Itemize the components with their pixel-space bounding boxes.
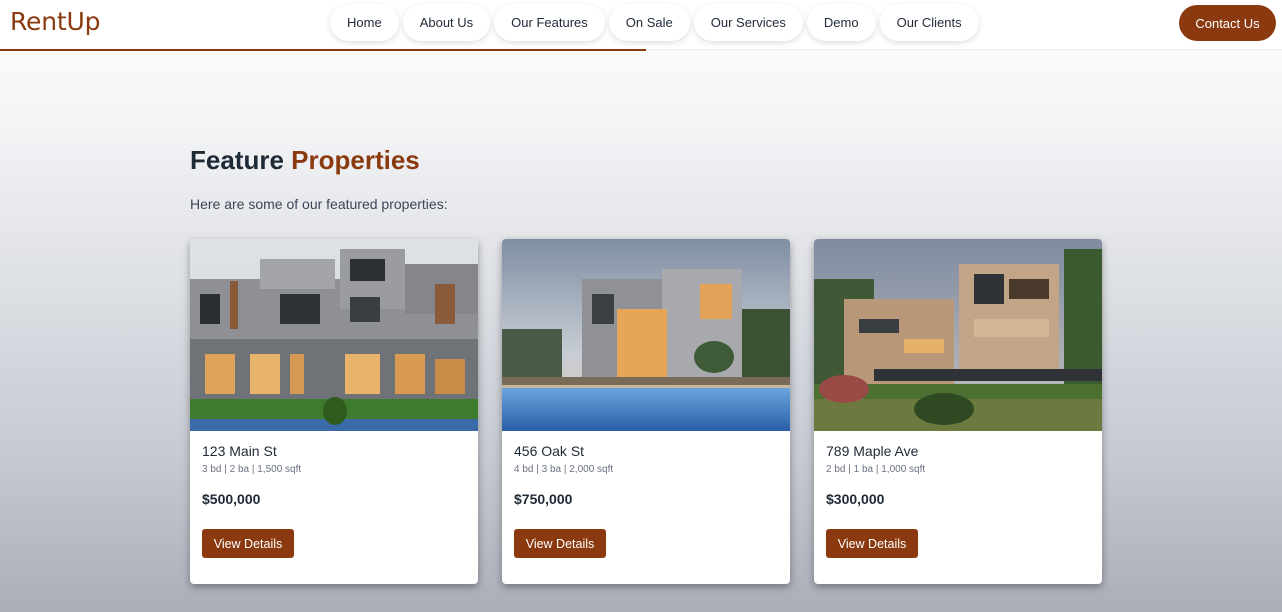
- property-price: $300,000: [826, 491, 885, 507]
- section-title: Feature Properties: [190, 145, 420, 176]
- property-card: 123 Main St 3 bd | 2 ba | 1,500 sqft $50…: [190, 239, 478, 584]
- property-specs: 3 bd | 2 ba | 1,500 sqft: [202, 464, 302, 475]
- property-photo[interactable]: [502, 239, 790, 431]
- nav-item-our-services[interactable]: Our Services: [693, 4, 803, 41]
- property-card: 789 Maple Ave 2 bd | 1 ba | 1,000 sqft $…: [814, 239, 1102, 584]
- property-price: $500,000: [202, 491, 261, 507]
- modern-villa-photo: [190, 239, 478, 431]
- site-logo[interactable]: RentUp: [10, 7, 100, 36]
- property-specs: 4 bd | 3 ba | 2,000 sqft: [514, 464, 614, 475]
- property-address: 789 Maple Ave: [826, 443, 919, 459]
- property-price: $750,000: [514, 491, 573, 507]
- nav-item-about-us[interactable]: About Us: [402, 4, 491, 41]
- section-title-main: Feature: [190, 145, 284, 175]
- nav-item-on-sale[interactable]: On Sale: [608, 4, 690, 41]
- townhouse-photo: [814, 239, 1102, 431]
- view-details-button[interactable]: View Details: [826, 529, 918, 558]
- property-photo[interactable]: [814, 239, 1102, 431]
- property-card: 456 Oak St 4 bd | 3 ba | 2,000 sqft $750…: [502, 239, 790, 584]
- main-nav: Home About Us Our Features On Sale Our S…: [330, 4, 979, 41]
- nav-item-our-features[interactable]: Our Features: [494, 4, 605, 41]
- property-photo[interactable]: [190, 239, 478, 431]
- header-scroll-indicator: [0, 49, 646, 51]
- property-address: 456 Oak St: [514, 443, 585, 459]
- nav-item-home[interactable]: Home: [330, 4, 399, 41]
- nav-item-demo[interactable]: Demo: [806, 4, 876, 41]
- site-header: RentUp Home About Us Our Features On Sal…: [0, 0, 1282, 51]
- pool-villa-photo: [502, 239, 790, 431]
- contact-us-button[interactable]: Contact Us: [1179, 5, 1276, 41]
- property-specs: 2 bd | 1 ba | 1,000 sqft: [826, 464, 926, 475]
- view-details-button[interactable]: View Details: [514, 529, 606, 558]
- nav-item-our-clients[interactable]: Our Clients: [879, 4, 979, 41]
- property-address: 123 Main St: [202, 443, 277, 459]
- section-subtitle: Here are some of our featured properties…: [190, 196, 448, 212]
- view-details-button[interactable]: View Details: [202, 529, 294, 558]
- section-title-accent: Properties: [291, 145, 420, 175]
